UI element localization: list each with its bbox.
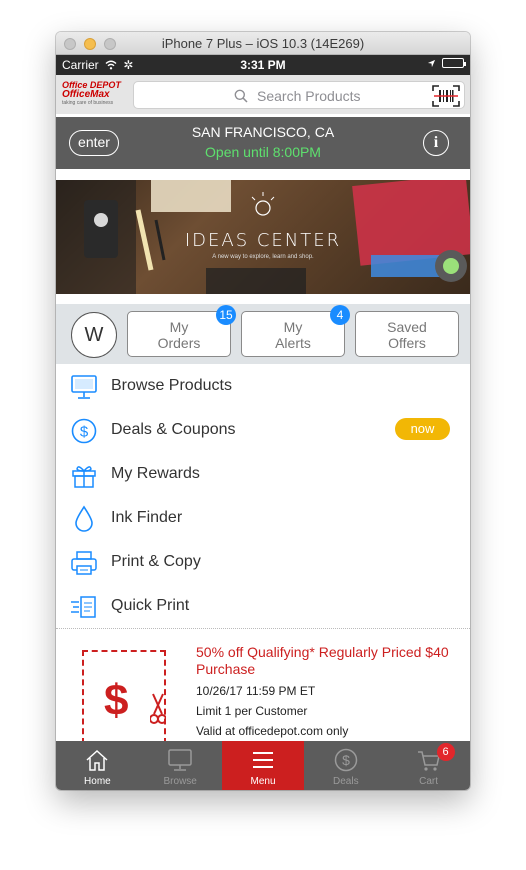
coupon-card[interactable]: $ 50% off Qualifying* Regularly Priced $… [56,636,470,746]
menu-label-deals-coupons: Deals & Coupons [111,421,236,438]
svg-text:$: $ [342,752,350,768]
barcode-scan-icon[interactable] [431,84,461,108]
menu-label-print-copy: Print & Copy [111,553,201,570]
quick-print-icon [71,596,96,618]
coupon-valid-channel: Valid at officedepot.com only [196,724,349,738]
ios-status-bar: Carrier ✲ 3:31 PM [56,55,470,75]
window-titlebar: iPhone 7 Plus – iOS 10.3 (14E269) [56,32,470,55]
store-location[interactable]: SAN FRANCISCO, CA [56,124,470,140]
monitor-icon [71,375,97,399]
my-orders-line2: Orders [157,335,201,351]
tab-browse-label: Browse [163,776,197,787]
gift-icon [72,466,96,488]
status-time: 3:31 PM [240,58,286,72]
tab-home-label: Home [84,776,111,787]
search-placeholder: Search Products [257,88,361,104]
svg-text:$: $ [80,424,89,441]
deals-now-badge[interactable]: now [395,418,450,440]
my-alerts-line1: My [283,319,303,335]
printer-icon [71,551,97,575]
dollar-icon: $ [334,748,358,772]
store-info-bar: enter SAN FRANCISCO, CA Open until 8:00P… [56,117,470,169]
my-alerts-button[interactable]: My Alerts 4 [241,305,350,357]
search-icon [234,89,248,103]
my-orders-line1: My [169,319,189,335]
coupon-dollar-icon: $ [104,676,129,725]
my-alerts-line2: Alerts [275,335,311,351]
menu-item-browse-products[interactable]: Browse Products [56,364,470,408]
menu-label-my-rewards: My Rewards [111,465,200,482]
menu-item-my-rewards[interactable]: My Rewards [56,452,470,496]
my-orders-button[interactable]: My Orders 15 [127,305,236,357]
orders-count-badge: 15 [216,305,236,325]
cart-count-badge: 6 [436,743,455,761]
coupon-limit: Limit 1 per Customer [196,704,308,718]
hamburger-icon [252,752,273,768]
search-input[interactable]: Search Products [133,81,465,109]
saved-offers-line1: Saved [387,319,427,335]
dollar-icon: $ [71,418,97,444]
menu-item-print-copy[interactable]: Print & Copy [56,540,470,584]
window-title: iPhone 7 Plus – iOS 10.3 (14E269) [161,36,365,51]
coupon-title: 50% off Qualifying* Regularly Priced $40… [196,644,449,677]
menu-label-ink-finder: Ink Finder [111,509,183,526]
monitor-icon [168,749,192,771]
scissors-icon [150,693,166,724]
saved-offers-line2: Offers [388,335,426,351]
menu-item-ink-finder[interactable]: Ink Finder [56,496,470,540]
tab-cart-label: Cart [419,776,439,787]
ideas-center-banner[interactable]: IDEAS CENTER A new way to explore, learn… [56,180,470,294]
tab-deals-label: Deals [333,776,359,787]
tab-browse[interactable]: Browse [139,741,222,790]
menu-item-deals-coupons[interactable]: $ Deals & Coupons now [56,408,470,452]
tab-home[interactable]: Home [56,741,139,790]
app-header: Office DEPOT OfficeMax taking care of bu… [56,75,470,114]
banner-title: IDEAS CENTER [184,230,342,251]
office-depot-logo[interactable]: Office DEPOT OfficeMax taking care of bu… [62,81,128,109]
section-divider [56,628,470,629]
menu-label-quick-print: Quick Print [111,597,190,614]
coupon-graphic: $ [82,650,166,744]
home-icon [86,749,108,771]
battery-icon [442,58,466,68]
saved-offers-button[interactable]: Saved Offers [355,311,459,357]
menu-item-quick-print[interactable]: Quick Print [56,584,470,628]
avatar[interactable]: W [71,312,117,358]
main-menu-list: Browse Products $ Deals & Coupons now My… [56,364,470,628]
tab-menu[interactable]: Menu [221,741,305,790]
logo-line-bottom: OfficeMax [62,89,110,100]
logo-tagline: taking care of business [62,100,114,106]
store-hours: Open until 8:00PM [205,144,321,160]
tab-cart[interactable]: 6 Cart [387,741,470,790]
location-arrow-icon [427,59,436,67]
menu-label-browse-products: Browse Products [111,377,232,394]
tab-deals[interactable]: $ Deals [304,741,387,790]
alerts-count-badge: 4 [330,305,350,325]
store-info-button[interactable]: i [423,130,449,156]
bottom-tab-bar: Home Browse Menu $ Deals 6 Cart [56,741,470,790]
tab-menu-label: Menu [250,776,276,787]
coupon-expiration: 10/26/17 11:59 PM ET [196,684,316,698]
banner-subtitle: A new way to explore, learn and shop. [212,254,314,260]
account-shortcuts: W My Orders 15 My Alerts 4 Saved Offers [56,304,470,364]
simulator-window: iPhone 7 Plus – iOS 10.3 (14E269) Carrie… [56,32,470,790]
ink-drop-icon [75,505,93,532]
